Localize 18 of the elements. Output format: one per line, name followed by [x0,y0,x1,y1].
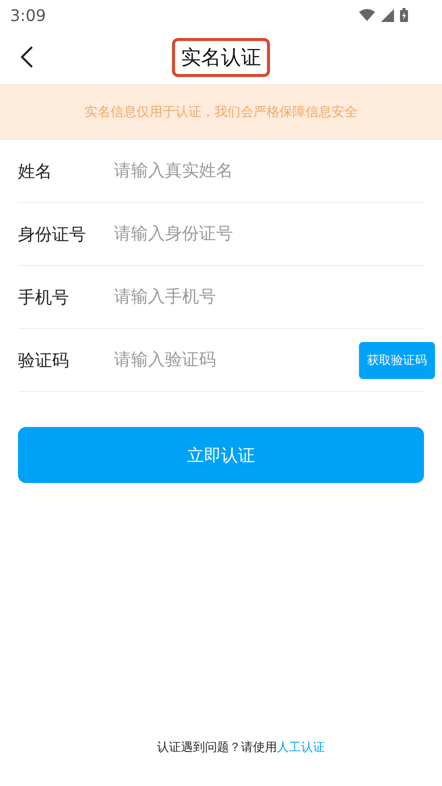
signal-icon [381,8,394,22]
input-field[interactable]: 请输入手机号 [112,286,424,308]
page-title: 实名认证 [172,38,270,76]
status-time: 3:09 [10,6,46,24]
input-field[interactable]: 请输入验证码 [112,349,359,371]
submit-button[interactable]: 立即认证 [18,427,424,483]
input-field[interactable]: 请输入身份证号 [112,223,424,245]
get-code-button[interactable]: 获取验证码 [359,342,435,378]
field-label: 验证码 [18,350,70,372]
wifi-icon [359,9,375,21]
notice-banner: 实名信息仅用于认证，我们会严格保障信息安全 [0,84,442,140]
manual-verify-link[interactable]: 人工认证 [277,739,325,756]
field-label: 姓名 [18,160,53,182]
field-label: 身份证号 [18,224,87,246]
help-text: 认证遇到问题？请使用 [157,739,277,756]
input-field[interactable]: 请输入真实姓名 [112,160,424,182]
battery-icon [400,8,408,22]
field-label: 手机号 [18,286,70,308]
